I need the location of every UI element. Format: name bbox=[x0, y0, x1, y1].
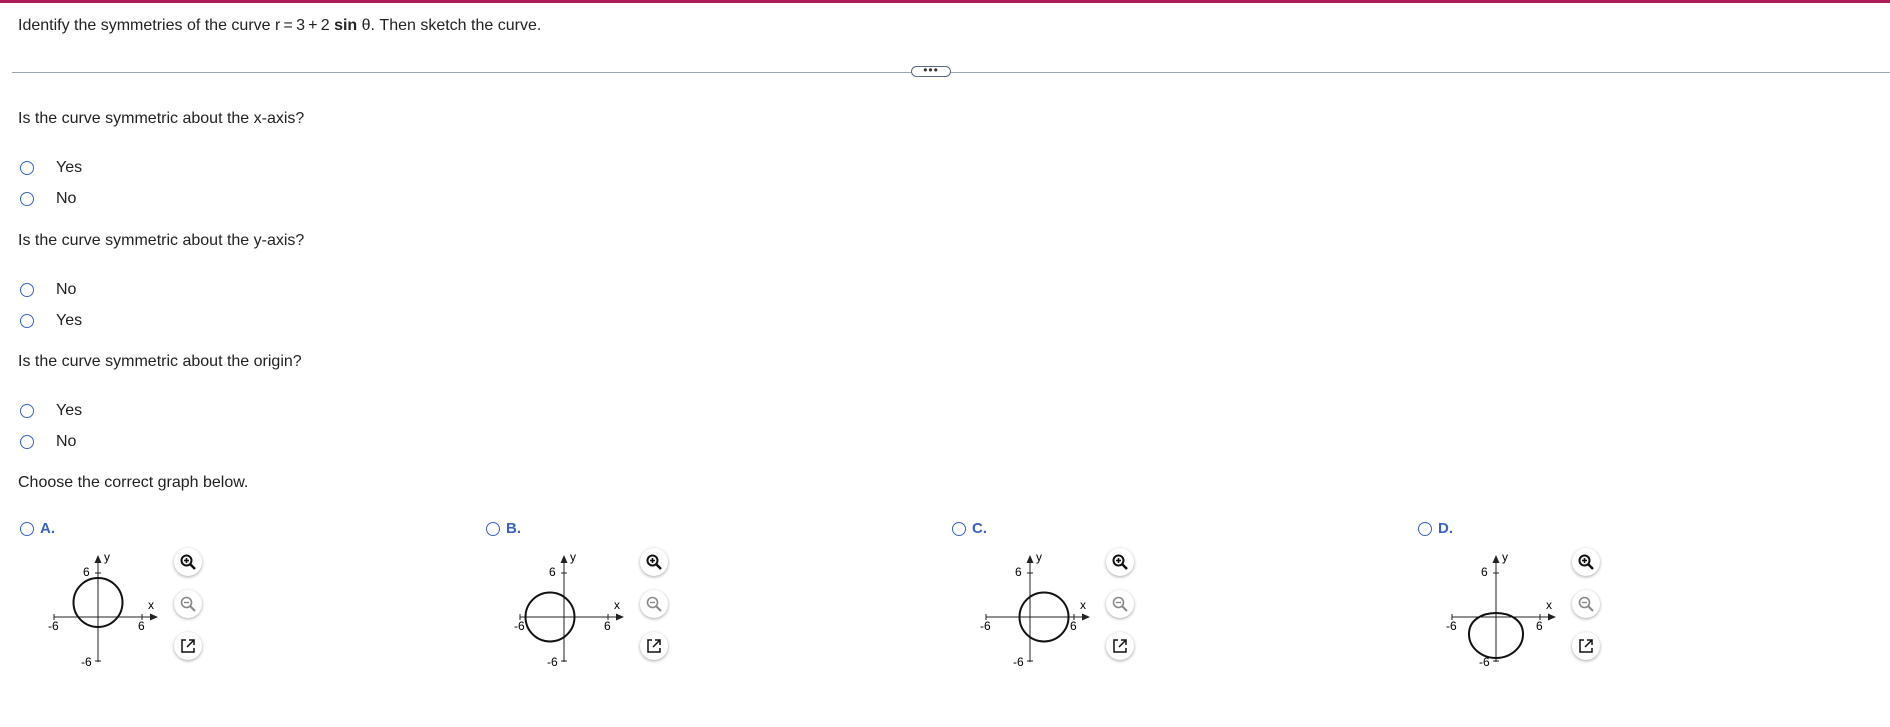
y-tick-label: 6 bbox=[549, 565, 556, 579]
radio-button[interactable] bbox=[952, 521, 966, 536]
external-link-icon bbox=[181, 639, 195, 653]
section-divider bbox=[12, 72, 1890, 73]
choice-letter: B. bbox=[506, 520, 521, 537]
question-y-axis: Is the curve symmetric about the y-axis? bbox=[18, 232, 305, 249]
zoom-out-icon bbox=[646, 596, 662, 612]
y-axis-label: y bbox=[1036, 550, 1042, 564]
radio-button[interactable] bbox=[20, 435, 34, 449]
radio-button[interactable] bbox=[20, 192, 34, 206]
zoom-out-button[interactable] bbox=[1572, 590, 1600, 618]
x-tick-label: -6 bbox=[980, 619, 991, 633]
x-tick-label: -6 bbox=[48, 619, 59, 633]
option-label: Yes bbox=[56, 159, 83, 176]
x-tick-label: 6 bbox=[138, 619, 145, 633]
option-label: No bbox=[56, 281, 77, 298]
external-link-icon bbox=[647, 639, 661, 653]
x-axis-label: x bbox=[148, 598, 154, 612]
question-prompt: Identify the symmetries of the curve r =… bbox=[18, 17, 541, 35]
choice-c[interactable]: C. bbox=[952, 520, 987, 537]
radio-button[interactable] bbox=[1418, 521, 1432, 536]
zoom-in-icon bbox=[180, 554, 196, 570]
radio-button[interactable] bbox=[20, 521, 34, 536]
graph-a: y 6 x -6 6 -6 bbox=[48, 550, 158, 668]
zoom-in-icon bbox=[1578, 554, 1594, 570]
zoom-in-icon bbox=[646, 554, 662, 570]
zoom-out-button[interactable] bbox=[1106, 590, 1134, 618]
option-label: No bbox=[56, 433, 77, 450]
option-y-axis-no[interactable]: No bbox=[20, 281, 76, 299]
y-tick-label: 6 bbox=[83, 565, 90, 579]
x-tick-label: 6 bbox=[1070, 619, 1077, 633]
prompt-bold-sin: sin bbox=[334, 17, 358, 34]
y-tick-label: -6 bbox=[1479, 655, 1490, 668]
x-tick-label: 6 bbox=[604, 619, 611, 633]
radio-button[interactable] bbox=[20, 283, 34, 297]
zoom-in-icon bbox=[1112, 554, 1128, 570]
prompt-text-start: Identify the symmetries of the curve r =… bbox=[18, 17, 335, 34]
radio-button[interactable] bbox=[20, 161, 34, 175]
popout-button[interactable] bbox=[640, 632, 668, 660]
choose-graph-label: Choose the correct graph below. bbox=[18, 474, 249, 491]
x-axis-label: x bbox=[1546, 598, 1552, 612]
x-tick-label: -6 bbox=[1446, 619, 1457, 633]
graph-c: y 6 x -6 6 -6 bbox=[980, 550, 1090, 668]
y-axis-label: y bbox=[570, 550, 576, 564]
question-origin: Is the curve symmetric about the origin? bbox=[18, 353, 302, 370]
option-x-axis-yes[interactable]: Yes bbox=[20, 159, 82, 177]
zoom-in-button[interactable] bbox=[1572, 548, 1600, 576]
choice-letter: A. bbox=[40, 520, 55, 537]
choice-b[interactable]: B. bbox=[486, 520, 521, 537]
y-tick-label: 6 bbox=[1015, 565, 1022, 579]
y-tick-label: -6 bbox=[1013, 655, 1024, 668]
y-axis-label: y bbox=[104, 550, 110, 564]
choice-letter: D. bbox=[1438, 520, 1453, 537]
external-link-icon bbox=[1113, 639, 1127, 653]
zoom-out-icon bbox=[1112, 596, 1128, 612]
option-origin-yes[interactable]: Yes bbox=[20, 402, 82, 420]
choice-a[interactable]: A. bbox=[20, 520, 55, 537]
popout-button[interactable] bbox=[174, 632, 202, 660]
choice-d[interactable]: D. bbox=[1418, 520, 1453, 537]
zoom-out-button[interactable] bbox=[174, 590, 202, 618]
y-tick-label: -6 bbox=[81, 655, 92, 668]
option-origin-no[interactable]: No bbox=[20, 433, 76, 451]
x-axis-label: x bbox=[1080, 598, 1086, 612]
radio-button[interactable] bbox=[486, 521, 500, 536]
option-y-axis-yes[interactable]: Yes bbox=[20, 312, 82, 330]
y-axis-label: y bbox=[1502, 550, 1508, 564]
zoom-in-button[interactable] bbox=[640, 548, 668, 576]
prompt-text-end: θ. Then sketch the curve. bbox=[357, 17, 542, 34]
y-tick-label: -6 bbox=[547, 655, 558, 668]
popout-button[interactable] bbox=[1106, 632, 1134, 660]
expand-more-button[interactable]: ••• bbox=[911, 64, 951, 77]
graph-b: y 6 x -6 6 -6 bbox=[514, 550, 624, 668]
zoom-in-button[interactable] bbox=[1106, 548, 1134, 576]
option-x-axis-no[interactable]: No bbox=[20, 190, 76, 208]
x-tick-label: 6 bbox=[1536, 619, 1543, 633]
option-label: No bbox=[56, 190, 77, 207]
zoom-out-icon bbox=[1578, 596, 1594, 612]
question-x-axis: Is the curve symmetric about the x-axis? bbox=[18, 110, 305, 127]
option-label: Yes bbox=[56, 312, 83, 329]
graph-d: y 6 x -6 6 -6 bbox=[1446, 550, 1556, 668]
choice-letter: C. bbox=[972, 520, 987, 537]
radio-button[interactable] bbox=[20, 314, 34, 328]
top-border bbox=[0, 0, 1890, 3]
option-label: Yes bbox=[56, 402, 83, 419]
zoom-out-button[interactable] bbox=[640, 590, 668, 618]
zoom-in-button[interactable] bbox=[174, 548, 202, 576]
x-axis-label: x bbox=[614, 598, 620, 612]
external-link-icon bbox=[1579, 639, 1593, 653]
x-tick-label: -6 bbox=[514, 619, 525, 633]
radio-button[interactable] bbox=[20, 404, 34, 418]
popout-button[interactable] bbox=[1572, 632, 1600, 660]
zoom-out-icon bbox=[180, 596, 196, 612]
y-tick-label: 6 bbox=[1481, 565, 1488, 579]
